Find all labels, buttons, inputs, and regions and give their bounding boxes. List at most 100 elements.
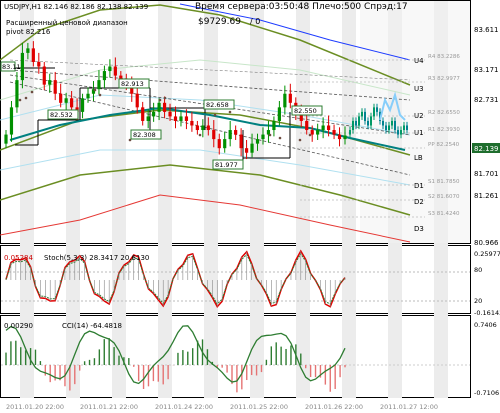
price-box-label: 82.532 — [50, 111, 73, 119]
candle-body — [102, 71, 107, 81]
price-tick: 80.966 — [474, 239, 499, 247]
pivot-letter-u1: U1 — [414, 129, 424, 137]
candle-body — [146, 116, 150, 121]
candle-body — [250, 143, 254, 153]
time-tick: 2011.01.21 22:00 — [80, 403, 138, 411]
forecast-body — [406, 125, 408, 131]
forecast-body — [376, 107, 378, 112]
psar-dot — [213, 113, 217, 117]
price-box-label: 82.308 — [133, 131, 156, 139]
forecast-body — [397, 130, 399, 135]
symbol-quote: USDJPY,H1 82.146 82.186 82.138 82.139 — [4, 3, 148, 11]
psar-dot — [93, 88, 97, 92]
candle-body — [201, 125, 205, 131]
pivot-level-s3: S3 81.4240 — [428, 211, 460, 217]
price-tick: 82.731 — [474, 96, 499, 104]
current-price-label: 82.139 — [474, 145, 499, 153]
candle-body — [4, 134, 8, 144]
cci-axis-bottom: -0.7106 — [474, 389, 499, 397]
price-box-label: 83.11 — [2, 63, 21, 71]
candle-body — [195, 125, 199, 131]
pivot-letter-u2: U2 — [414, 112, 424, 120]
pivot-letter-u3: U3 — [414, 85, 424, 93]
forecast-body — [361, 111, 363, 117]
forecast-body — [391, 120, 393, 126]
pivot-level-s2: S2 81.6070 — [428, 194, 460, 200]
forecast-body — [373, 107, 375, 117]
price-tick: 83.611 — [474, 26, 499, 34]
projection-area — [360, 1, 470, 243]
candle-body — [80, 98, 85, 112]
candle-body — [190, 120, 194, 126]
candle-body — [223, 139, 227, 149]
server-info: Время сервера:03:50:48 Плечо:500 Спрэд:1… — [195, 2, 408, 12]
time-tick: 2011.01.26 22:00 — [305, 403, 363, 411]
price-axis: 83.611 83.171 82.731 81.701 81.261 80.96… — [472, 26, 500, 247]
time-axis: 2011.01.20 22:00 2011.01.21 22:00 2011.0… — [0, 399, 500, 413]
trading-terminal-chart[interactable]: USDJPY,H1 82.146 82.186 82.138 82.139 Вр… — [0, 0, 500, 413]
candle-body — [42, 66, 46, 85]
stoch-axis-bottom: -0.16143 — [474, 309, 500, 317]
stoch-axis-20: 20 — [474, 297, 482, 305]
psar-dot — [18, 98, 22, 102]
time-tick: 2011.01.25 22:00 — [230, 403, 288, 411]
pivot-letter-d3: D3 — [414, 225, 424, 233]
candle-body — [332, 130, 336, 135]
price-box-label: 82.658 — [206, 101, 229, 109]
psar-dot — [268, 133, 272, 137]
candle-body — [113, 66, 117, 76]
candle-body — [212, 130, 216, 140]
psar-dot — [228, 110, 232, 114]
candle-body — [64, 98, 68, 103]
candle-body — [141, 107, 145, 121]
candle-body — [48, 80, 52, 85]
time-bands — [20, 1, 470, 398]
candle-body — [157, 102, 161, 112]
price-box-label: 81.977 — [215, 161, 238, 169]
time-band — [296, 1, 310, 398]
time-band — [66, 1, 80, 398]
stoch-label: Stoch(5,3,3) 28.3417 20.6130 — [44, 254, 149, 262]
candle-body — [316, 130, 320, 135]
cci-axis-top: 0.7406 — [474, 321, 497, 329]
psar-dot — [163, 96, 167, 100]
pivot-letter-d2: D2 — [414, 198, 424, 206]
pivot-level-r2: R2 82.6550 — [428, 110, 460, 116]
time-band — [250, 1, 264, 398]
candle-body — [283, 93, 287, 108]
time-band — [158, 1, 172, 398]
candle-body — [37, 61, 41, 67]
candle-body — [261, 134, 265, 140]
pivot-caption: pivot 82.216 — [6, 28, 51, 36]
candle-body — [173, 116, 178, 121]
candle-body — [97, 80, 101, 90]
forecast-body — [358, 116, 360, 126]
candle-body — [305, 120, 309, 131]
forecast-body — [400, 130, 402, 135]
time-tick: 2011.01.27 12:00 — [380, 403, 438, 411]
forecast-body — [364, 111, 366, 121]
forecast-body — [403, 125, 405, 131]
candle-body — [337, 134, 342, 140]
forecast-body — [382, 120, 384, 126]
forecast-body — [370, 116, 372, 126]
pivot-level-s1: S1 81.7850 — [428, 179, 460, 185]
candle-body — [217, 139, 221, 149]
psar-dot — [278, 136, 282, 140]
pivot-letter-u4: U4 — [414, 57, 424, 65]
forecast-body — [385, 125, 387, 131]
equity-percent: / 0 — [250, 17, 260, 26]
time-band — [112, 1, 126, 398]
psar-dot — [30, 90, 34, 94]
candle-body — [321, 125, 325, 131]
candle-body — [15, 80, 19, 108]
stoch-axis-80: 80 — [474, 266, 482, 274]
candle-body — [239, 134, 243, 149]
candle-body — [108, 66, 112, 72]
pivot-level-r3: R3 82.9977 — [428, 76, 460, 82]
candle-body — [179, 116, 183, 121]
range-caption: Расширенный ценовой диапазон — [6, 19, 128, 27]
price-box-label: 82.913 — [121, 80, 144, 88]
cci-label: CCI(14) -64.4818 — [62, 322, 122, 330]
candle-body — [255, 139, 260, 144]
